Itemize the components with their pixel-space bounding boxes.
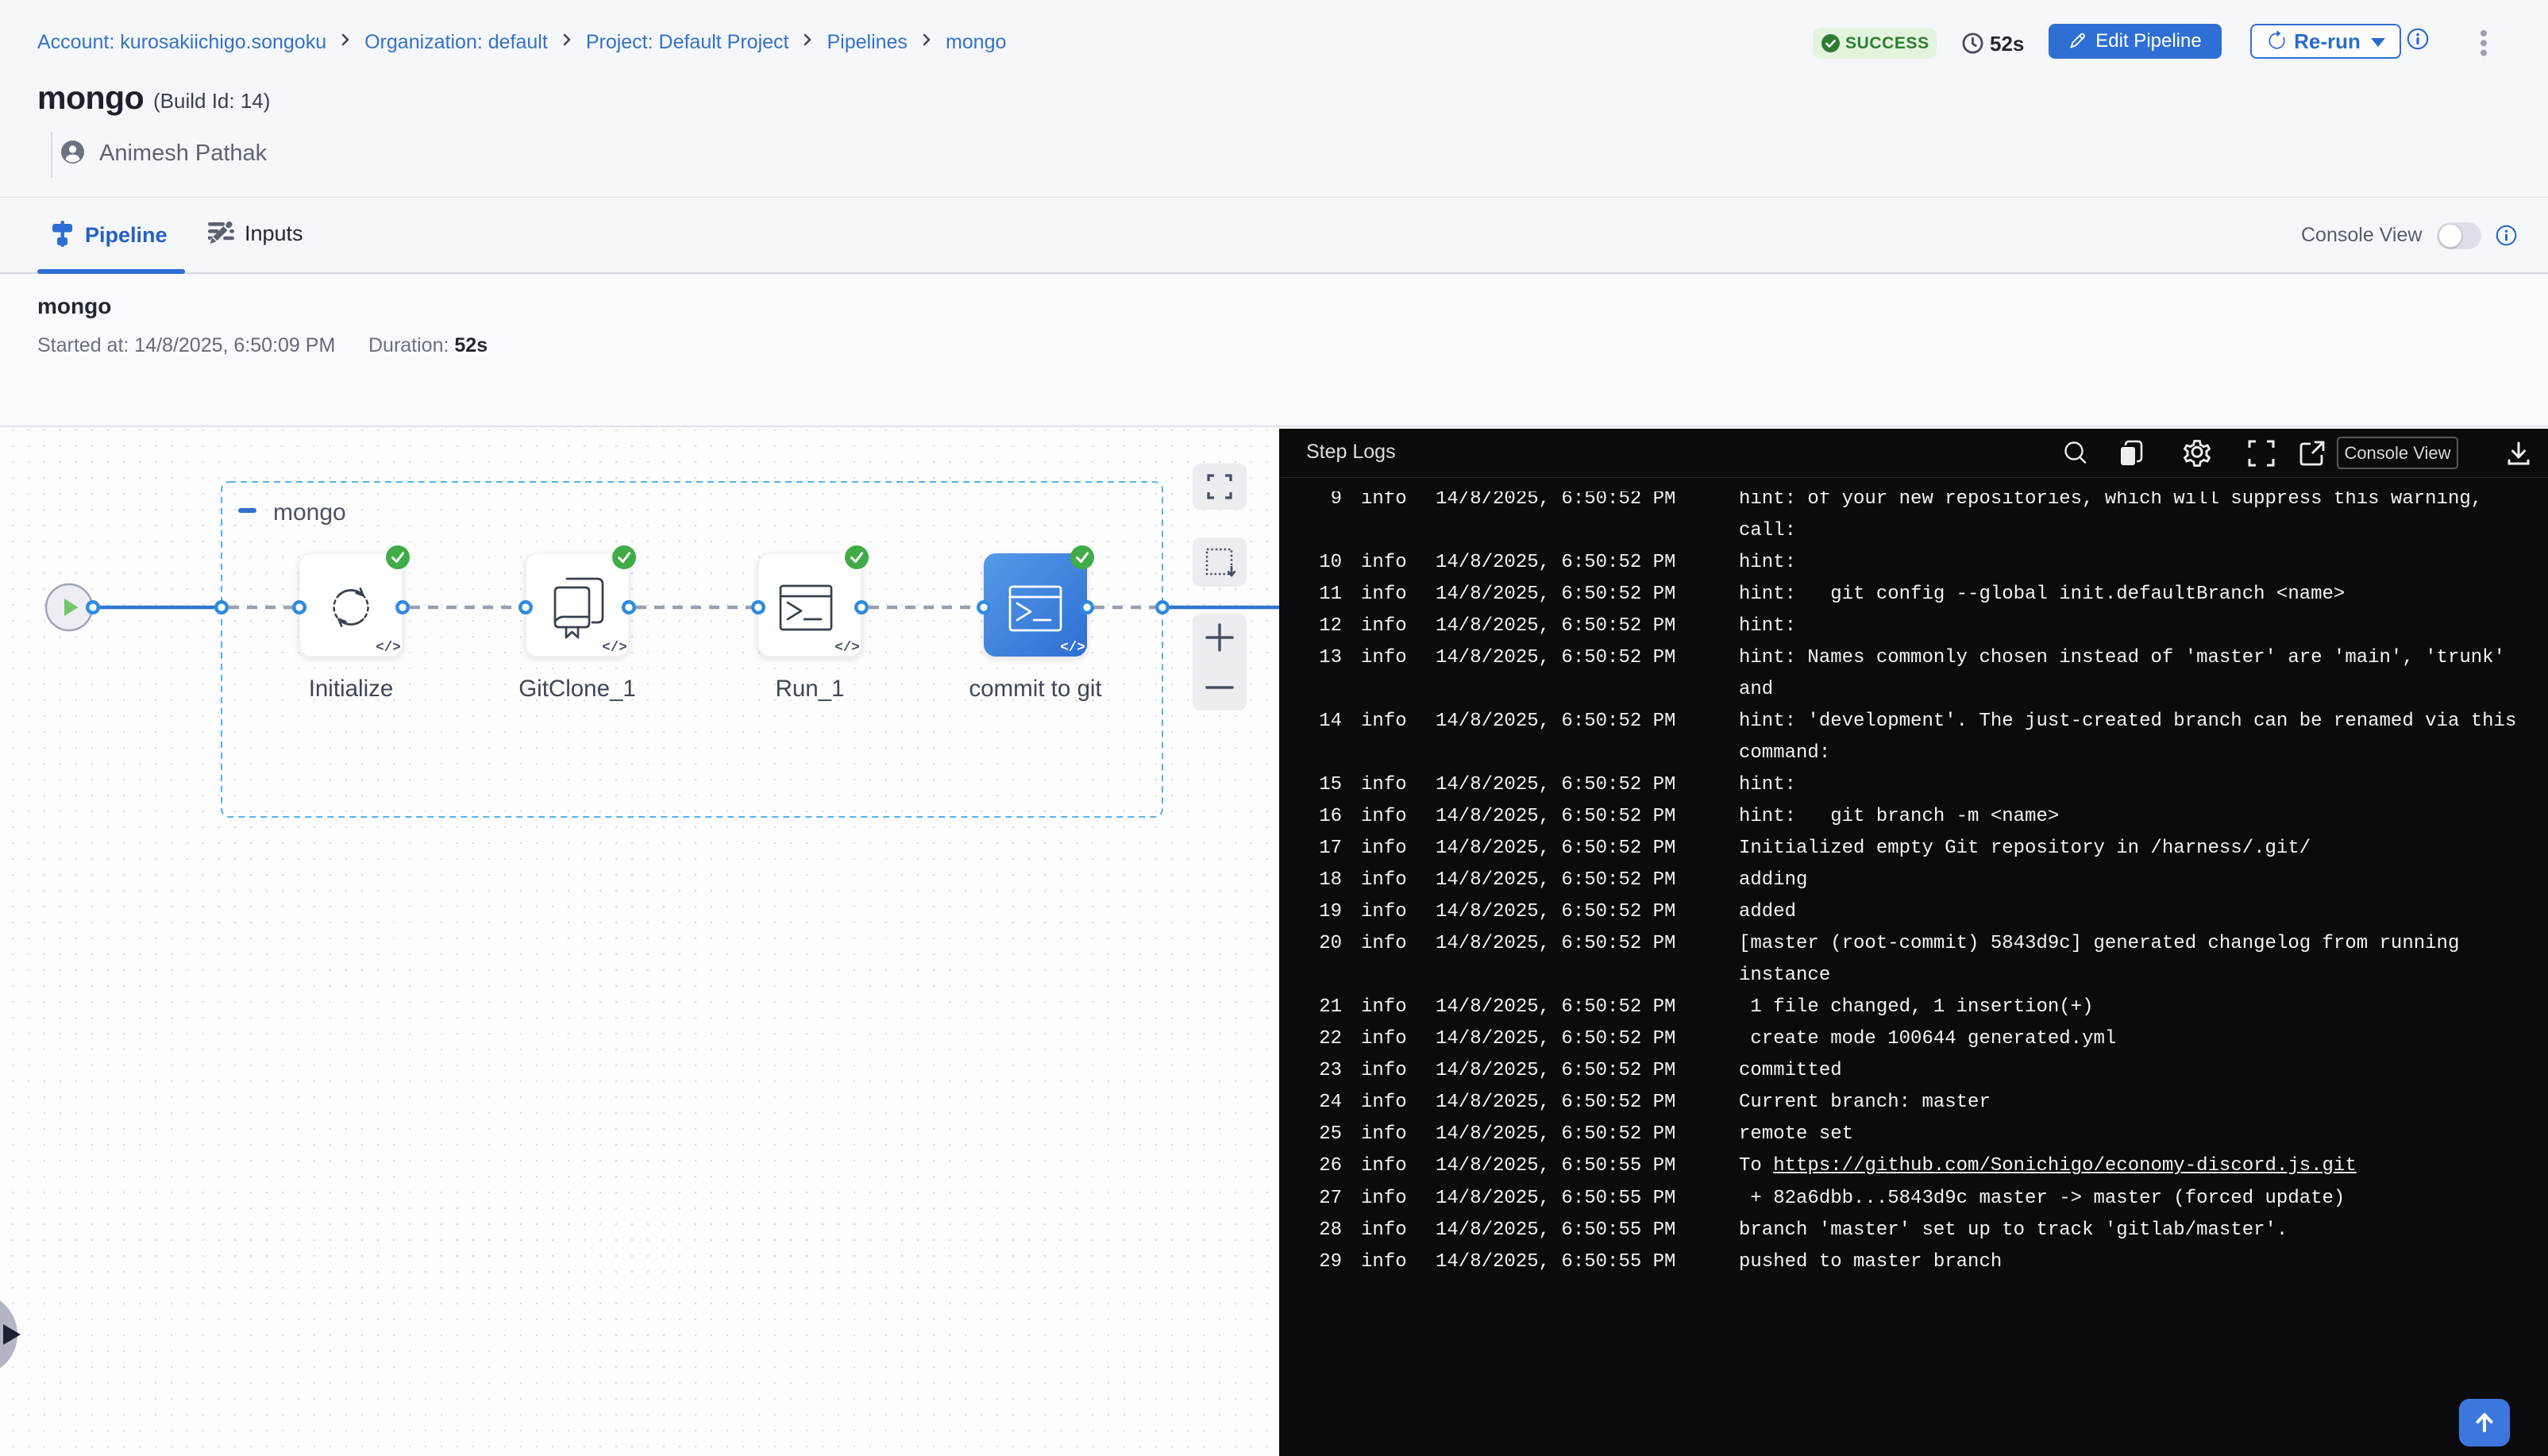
svg-text:Initialize: Initialize: [309, 676, 394, 702]
svg-text:</>: </>: [1060, 640, 1085, 656]
svg-text:Run_1: Run_1: [776, 676, 845, 702]
svg-text:</>: </>: [376, 640, 401, 656]
svg-text:GitClone_1: GitClone_1: [518, 676, 636, 702]
svg-text:</>: </>: [835, 640, 860, 656]
svg-text:commit to git: commit to git: [969, 676, 1101, 702]
svg-text:</>: </>: [602, 640, 627, 656]
svg-text:mongo: mongo: [273, 499, 346, 526]
